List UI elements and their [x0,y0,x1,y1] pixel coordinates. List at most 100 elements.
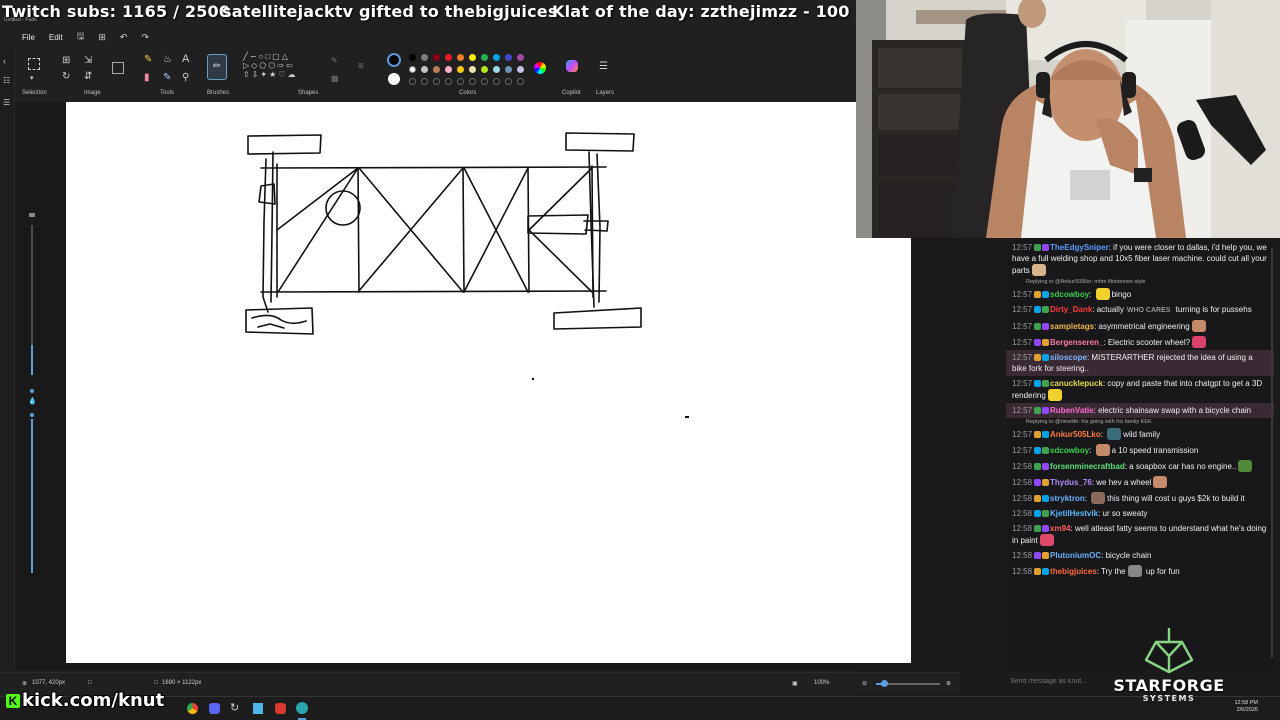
layers-icon[interactable]: ☰ [599,62,608,72]
palette-empty-slot[interactable] [517,78,524,85]
chat-username[interactable]: forsenminecraftbad [1050,462,1125,471]
palette-swatch[interactable] [445,66,452,73]
size-slider[interactable] [28,225,36,395]
opacity-slider-thumb[interactable] [28,411,36,419]
notepad-icon[interactable] [253,703,263,714]
text-icon[interactable]: A [182,54,189,65]
redo-icon[interactable]: ↷ [141,32,149,43]
chat-username[interactable]: Bergenseren_ [1050,338,1103,347]
chat-username[interactable]: Ankur505Lko [1050,430,1101,439]
discord-icon[interactable] [209,703,220,714]
copilot-icon[interactable] [566,60,578,72]
menu-icon[interactable]: ☰ [3,98,10,107]
undo-icon[interactable]: ↶ [120,32,128,43]
back-icon[interactable]: ‹ [3,56,6,66]
chat-username[interactable]: sdcowboy [1050,446,1089,455]
chat-username[interactable]: sampletags [1050,322,1094,331]
zoom-slider-thumb[interactable] [881,680,888,687]
palette-swatch[interactable] [457,54,464,61]
share-icon[interactable]: ⊞ [98,32,106,43]
pencil-icon[interactable]: ✎ [144,55,152,65]
chat-username[interactable]: Dirty_Dank [1050,305,1092,314]
chrome-icon[interactable] [187,703,198,714]
chat-username[interactable]: sdcowboy [1050,290,1089,299]
palette-empty-slot[interactable] [481,78,488,85]
palette-swatch[interactable] [517,66,524,73]
chat-username[interactable]: KjetilHestvik [1050,509,1098,518]
line-width-icon[interactable]: ≡ [358,62,364,72]
zoom-level[interactable]: 100% [814,680,829,686]
chat-username[interactable]: stryktron [1050,494,1085,503]
palette-empty-slot[interactable] [433,78,440,85]
brush-icon[interactable]: ✏ [207,54,227,80]
edit-colors-icon[interactable] [534,62,546,74]
shape-fill-icon[interactable]: ▩ [331,74,339,84]
palette-empty-slot[interactable] [469,78,476,85]
palette-swatch[interactable] [481,66,488,73]
menu-edit[interactable]: Edit [49,33,63,42]
palette-empty-slot[interactable] [421,78,428,85]
zoom-slider[interactable] [876,680,940,687]
color-picker-icon[interactable]: ✎ [163,73,171,83]
palette-swatch[interactable] [493,66,500,73]
rotate-icon[interactable]: ↻ [62,72,70,82]
palette-swatch[interactable] [517,54,524,61]
palette-swatch[interactable] [457,66,464,73]
opacity-slider[interactable] [28,411,36,573]
chat-badge-icon [1042,568,1050,575]
shapes-gallery[interactable]: ╱∽○□▢△ ▷◇⬠⬡⇨⇦ ⇧⇩✦★♡☁ [243,52,321,86]
grid-icon[interactable]: ☷ [3,76,10,85]
eraser-icon[interactable]: ▮ [144,73,150,83]
fit-icon[interactable]: ▣ [792,680,798,687]
paint-icon[interactable] [296,702,308,714]
palette-swatch[interactable] [505,54,512,61]
app-icon-red[interactable] [275,703,286,714]
palette-swatch[interactable] [433,54,440,61]
palette-swatch[interactable] [469,66,476,73]
chat-username[interactable]: PlutoniumOC [1050,551,1101,560]
selection-icon[interactable] [28,58,40,70]
size-slider-thumb[interactable] [28,387,36,395]
palette-swatch[interactable] [409,54,416,61]
refresh-icon[interactable]: ↻ [230,701,239,714]
palette-swatch[interactable] [481,54,488,61]
chat-scrollbar[interactable] [1270,248,1274,668]
chat-username[interactable]: thebigjuices [1050,567,1097,576]
menu-file[interactable]: File [22,33,35,42]
save-icon[interactable]: 🖫 [77,29,85,45]
palette-empty-slot[interactable] [409,78,416,85]
drawing-canvas[interactable] [66,102,911,663]
fill-icon[interactable]: ♨ [163,55,172,65]
selection-dropdown-icon[interactable]: ▾ [30,74,34,84]
shape-outline-icon[interactable]: ✎ [331,56,338,66]
crop-icon[interactable]: ⊞ [62,56,70,66]
resize-icon[interactable]: ⇲ [84,56,92,66]
palette-empty-slot[interactable] [457,78,464,85]
zoom-in-icon[interactable]: ⊕ [946,680,951,687]
secondary-color[interactable] [388,73,400,85]
chat-input[interactable] [1010,675,1090,687]
flip-icon[interactable]: ⇵ [84,72,92,82]
chat-username[interactable]: RubenVatle [1050,406,1094,415]
magnifier-icon[interactable]: ⚲ [182,73,189,83]
palette-swatch[interactable] [469,54,476,61]
palette-empty-slot[interactable] [493,78,500,85]
chat-username[interactable]: siloscope [1050,353,1087,362]
image-select-icon[interactable] [112,62,124,74]
chat-username[interactable]: canucklepuck [1050,379,1103,388]
palette-empty-slot[interactable] [505,78,512,85]
palette-empty-slot[interactable] [445,78,452,85]
chat-text: asymmetrical engineering [1098,322,1190,331]
palette-swatch[interactable] [505,66,512,73]
palette-swatch[interactable] [421,66,428,73]
palette-swatch[interactable] [421,54,428,61]
palette-swatch[interactable] [433,66,440,73]
chat-username[interactable]: xm94 [1050,524,1070,533]
chat-username[interactable]: TheEdgySniper [1050,243,1109,252]
palette-swatch[interactable] [493,54,500,61]
palette-swatch[interactable] [409,66,416,73]
zoom-out-icon[interactable]: ⊖ [862,680,867,687]
palette-swatch[interactable] [445,54,452,61]
chat-username[interactable]: Thydus_76 [1050,478,1092,487]
primary-color[interactable] [387,53,401,67]
